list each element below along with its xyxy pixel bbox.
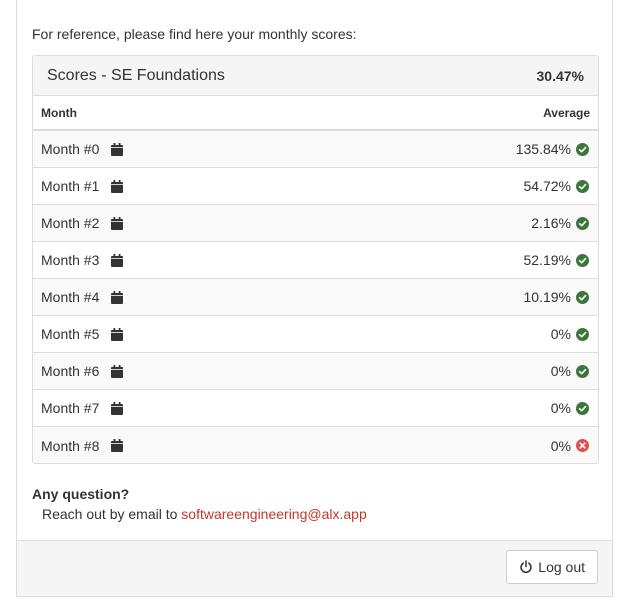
check-circle-icon <box>576 290 589 304</box>
table-row: Month #5 0% <box>33 316 598 353</box>
table-row: Month #3 52.19% <box>33 242 598 279</box>
average-value: 0% <box>550 437 571 454</box>
month-cell: Month #8 <box>41 437 124 454</box>
check-circle-icon <box>576 327 589 341</box>
average-cell: 54.72% <box>524 178 589 194</box>
card-footer: Log out <box>17 540 612 596</box>
contact-line: Reach out by email to softwareengineerin… <box>42 506 367 522</box>
average-value: 0% <box>550 400 571 416</box>
check-circle-icon <box>576 401 589 415</box>
calendar-icon[interactable] <box>111 142 124 156</box>
month-cell: Month #7 <box>41 400 124 416</box>
calendar-icon[interactable] <box>111 439 124 452</box>
month-label: Month #6 <box>41 363 100 379</box>
calendar-icon[interactable] <box>111 290 124 304</box>
column-header-average: Average <box>543 105 590 120</box>
average-value: 135.84% <box>515 141 571 157</box>
column-header-month: Month <box>41 105 77 120</box>
times-circle-icon <box>576 439 589 452</box>
check-circle-icon <box>576 253 589 267</box>
table-row: Month #6 0% <box>33 353 598 390</box>
average-value: 54.72% <box>523 178 571 194</box>
check-circle-icon <box>576 142 589 156</box>
calendar-icon[interactable] <box>111 327 124 341</box>
question-heading: Any question? <box>32 486 130 502</box>
average-cell: 2.16% <box>531 215 589 231</box>
email-link[interactable]: softwareengineering@alx.app <box>181 506 366 522</box>
average-cell: 135.84% <box>516 141 589 157</box>
average-cell: 0% <box>551 363 589 379</box>
panel-title: Scores - SE Foundations <box>47 66 225 84</box>
calendar-icon[interactable] <box>111 364 124 378</box>
month-cell: Month #3 <box>41 252 124 268</box>
average-value: 0% <box>550 326 571 342</box>
table-header: Month Average <box>33 96 598 131</box>
panel-heading: Scores - SE Foundations 30.47% <box>33 56 598 96</box>
month-label: Month #7 <box>41 400 100 416</box>
power-icon <box>519 560 533 574</box>
scores-panel: Scores - SE Foundations 30.47% Month Ave… <box>32 55 599 464</box>
average-cell: 0% <box>551 438 589 454</box>
calendar-icon[interactable] <box>111 253 124 267</box>
table-row: Month #0 135.84% <box>33 131 598 168</box>
table-row: Month #8 0% <box>33 427 598 463</box>
month-cell: Month #2 <box>41 215 124 231</box>
average-cell: 10.19% <box>524 289 589 305</box>
month-label: Month #3 <box>41 252 100 268</box>
logout-label: Log out <box>538 559 585 575</box>
check-circle-icon <box>576 216 589 230</box>
month-cell: Month #5 <box>41 326 124 342</box>
average-value: 10.19% <box>523 289 571 305</box>
month-cell: Month #1 <box>41 178 124 194</box>
month-label: Month #2 <box>41 215 100 231</box>
month-label: Month #1 <box>41 178 100 194</box>
scores-card: For reference, please find here your mon… <box>16 0 613 597</box>
month-label: Month #4 <box>41 289 100 305</box>
table-row: Month #7 0% <box>33 390 598 427</box>
total-score: 30.47% <box>536 67 584 84</box>
month-cell: Month #4 <box>41 289 124 305</box>
table-body: Month #0 135.84% Month #1 54.72% Month #2 2.1… <box>33 131 598 463</box>
average-cell: 0% <box>551 326 589 342</box>
table-row: Month #1 54.72% <box>33 168 598 205</box>
calendar-icon[interactable] <box>111 401 124 415</box>
month-label: Month #5 <box>41 326 100 342</box>
average-value: 2.16% <box>531 215 571 231</box>
month-label: Month #0 <box>41 141 100 157</box>
calendar-icon[interactable] <box>111 216 124 230</box>
contact-text: Reach out by email to <box>42 506 178 522</box>
check-circle-icon <box>576 179 589 193</box>
average-value: 0% <box>550 363 571 379</box>
check-circle-icon <box>576 364 589 378</box>
table-row: Month #2 2.16% <box>33 205 598 242</box>
logout-button[interactable]: Log out <box>506 550 598 584</box>
average-value: 52.19% <box>523 252 571 268</box>
month-cell: Month #6 <box>41 363 124 379</box>
month-cell: Month #0 <box>41 141 124 157</box>
intro-text: For reference, please find here your mon… <box>32 26 357 42</box>
table-row: Month #4 10.19% <box>33 279 598 316</box>
calendar-icon[interactable] <box>111 179 124 193</box>
average-cell: 0% <box>551 400 589 416</box>
average-cell: 52.19% <box>524 252 589 268</box>
month-label: Month #8 <box>41 437 100 454</box>
